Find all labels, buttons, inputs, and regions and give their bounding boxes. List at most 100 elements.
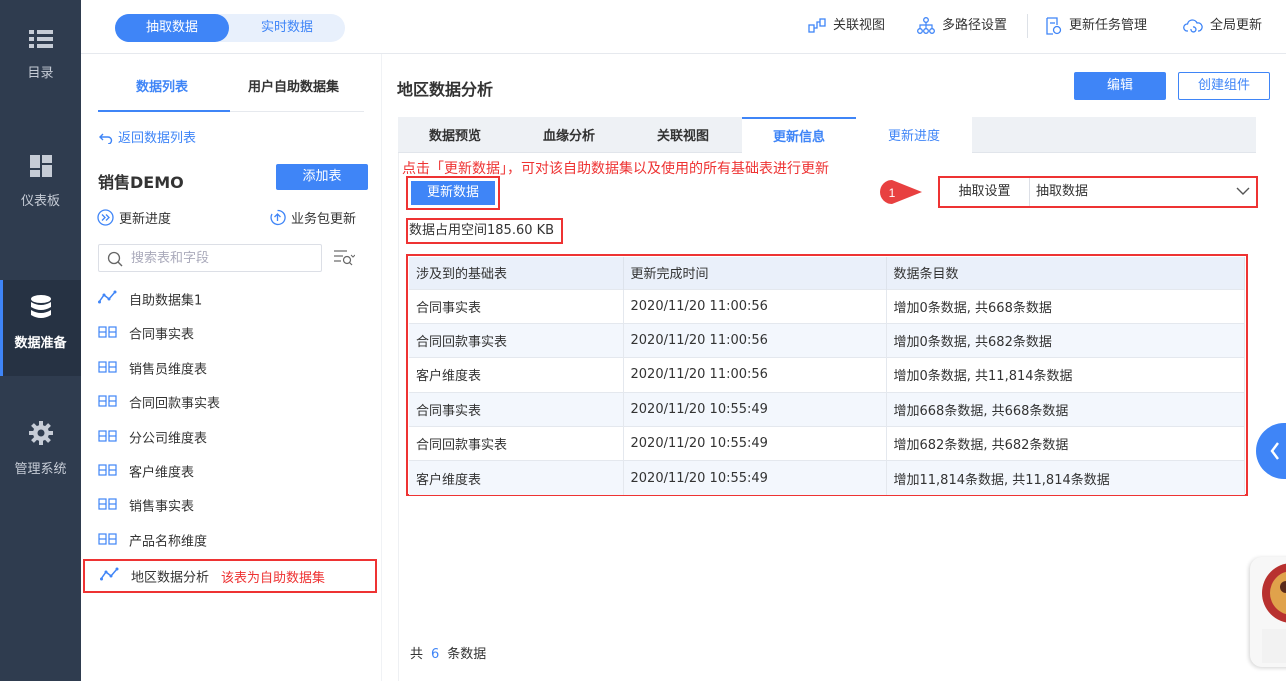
- table-cell: 合同事实表: [409, 391, 624, 427]
- extract-mode-button[interactable]: 抽取数据: [115, 14, 229, 42]
- nav-item-data-prep[interactable]: 数据准备: [0, 280, 81, 376]
- tab-update-info[interactable]: 更新信息: [742, 117, 856, 154]
- update-task-button[interactable]: 更新任务管理: [1044, 16, 1147, 38]
- table-row: 客户维度表 2020/11/20 11:00:56 增加0条数据, 共11,814条…: [409, 357, 1245, 393]
- table-item-label: 分公司维度表: [129, 431, 208, 447]
- table-item-label: 合同事实表: [129, 327, 195, 343]
- page-title: 地区数据分析: [397, 80, 494, 99]
- table-item[interactable]: 销售员维度表: [98, 358, 368, 382]
- database-icon: [30, 295, 51, 318]
- main-content: 地区数据分析 编辑 创建组件 数据预览 血缘分析 关联视图 更新信息 更新进度 …: [382, 54, 1286, 681]
- search-input[interactable]: [131, 249, 311, 267]
- table-item[interactable]: 合同回款事实表: [98, 392, 368, 416]
- list-icon: [28, 30, 53, 48]
- table-cell: 客户维度表: [409, 460, 624, 496]
- row-count: 共 6 条数据: [410, 643, 486, 662]
- table-row: 合同事实表 2020/11/20 10:55:49 增加668条数据, 共668条数…: [409, 391, 1245, 427]
- column-header: 数据条目数: [886, 257, 1245, 289]
- left-navigation: 目录 仪表板 数据准备 管理系统: [0, 0, 81, 681]
- table-row: 合同事实表 2020/11/20 11:00:56 增加0条数据, 共668条数据: [409, 288, 1245, 324]
- add-table-button[interactable]: 添加表: [276, 164, 368, 190]
- table-cell: 增加0条数据, 共668条数据: [886, 288, 1245, 324]
- cloud-refresh-icon: [1183, 18, 1203, 33]
- package-name: 销售DEMO: [98, 173, 184, 192]
- table-icon: [98, 323, 120, 347]
- package-update-link[interactable]: 业务包更新: [269, 208, 356, 227]
- table-cell: 合同回款事实表: [409, 322, 624, 358]
- table-cell: 合同事实表: [409, 288, 624, 324]
- table-cell: 增加11,814条数据, 共11,814条数据: [886, 460, 1245, 496]
- extract-setting-value: 抽取数据: [1036, 184, 1089, 199]
- tool-label: 关联视图: [833, 18, 886, 33]
- table-cell: 2020/11/20 10:55:49: [623, 391, 887, 427]
- table-item[interactable]: 合同事实表: [98, 323, 368, 347]
- tab-user-datasets[interactable]: 用户自助数据集: [248, 76, 339, 95]
- multi-path-button[interactable]: 多路径设置: [917, 16, 1007, 38]
- table-row: 合同回款事实表 2020/11/20 10:55:49 增加682条数据, 共682…: [409, 426, 1245, 461]
- nav-item-dashboard[interactable]: 仪表板: [0, 154, 81, 244]
- active-tab-indicator: [98, 110, 230, 112]
- update-table-highlight: 涉及到的基础表 更新完成时间 数据条目数 合同事实表 2020/11/20 11:…: [406, 254, 1248, 496]
- tab-data-list[interactable]: 数据列表: [136, 76, 188, 95]
- table-item-label: 产品名称维度: [129, 534, 208, 550]
- data-list-panel: 数据列表 用户自助数据集 返回数据列表 销售DEMO 添加表 更新进度 业务包更…: [81, 54, 381, 681]
- back-to-list-link[interactable]: 返回数据列表: [99, 127, 196, 146]
- tab-update-progress[interactable]: 更新进度: [856, 117, 972, 154]
- table-cell: 2020/11/20 10:55:49: [623, 426, 887, 461]
- table-item[interactable]: 产品名称维度: [98, 530, 368, 554]
- tool-label: 全局更新: [1210, 18, 1263, 33]
- update-data-button[interactable]: 更新数据: [411, 181, 495, 205]
- table-item[interactable]: 客户维度表: [98, 461, 368, 485]
- update-table: 涉及到的基础表 更新完成时间 数据条目数 合同事实表 2020/11/20 11:…: [409, 257, 1245, 496]
- table-header-row: 涉及到的基础表 更新完成时间 数据条目数: [409, 257, 1245, 289]
- relation-view-button[interactable]: 关联视图: [808, 16, 885, 38]
- progress-icon: [97, 209, 114, 226]
- mode-switch: 抽取数据 实时数据: [115, 14, 345, 42]
- table-item[interactable]: 销售事实表: [98, 495, 368, 519]
- nav-label: 仪表板: [20, 194, 60, 209]
- table-icon: [98, 358, 120, 382]
- nav-item-catalog[interactable]: 目录: [0, 28, 81, 118]
- search-field[interactable]: [98, 244, 322, 272]
- update-progress-link[interactable]: 更新进度: [97, 208, 171, 227]
- self-service-dataset-icon: [98, 289, 120, 313]
- avatar-image: [1262, 563, 1286, 663]
- edit-button[interactable]: 编辑: [1074, 72, 1166, 100]
- nav-item-admin[interactable]: 管理系统: [0, 420, 81, 510]
- top-toolbar: 抽取数据 实时数据 关联视图 多路径设置 更新任务管理 全局更新: [81, 0, 1286, 54]
- table-item[interactable]: 分公司维度表: [98, 427, 368, 451]
- toolbar-divider: [1027, 14, 1028, 38]
- relation-view-icon: [808, 17, 826, 33]
- table-cell: 合同回款事实表: [409, 426, 624, 461]
- package-update-label: 业务包更新: [291, 212, 357, 227]
- extract-setting-label: 抽取设置: [940, 178, 1030, 206]
- tab-data-preview[interactable]: 数据预览: [398, 117, 512, 153]
- extract-setting[interactable]: 抽取设置 抽取数据: [938, 176, 1258, 208]
- realtime-mode-button[interactable]: 实时数据: [229, 14, 345, 42]
- table-item-label: 客户维度表: [129, 465, 195, 481]
- table-item[interactable]: 自助数据集1: [98, 289, 368, 313]
- detail-tabs: 数据预览 血缘分析 关联视图 更新信息 更新进度: [398, 117, 1256, 154]
- assistant-avatar[interactable]: [1250, 557, 1286, 667]
- table-icon: [98, 530, 120, 554]
- back-arrow-icon: [99, 133, 113, 145]
- row-count-prefix: 共: [410, 647, 424, 662]
- table-cell: 2020/11/20 11:00:56: [623, 288, 887, 324]
- row-count-number: 6: [431, 647, 440, 662]
- table-item-selected[interactable]: 地区数据分析 该表为自助数据集: [83, 559, 377, 593]
- table-cell: 增加0条数据, 共11,814条数据: [886, 357, 1245, 393]
- storage-size: 数据占用空间185.60 KB: [406, 218, 563, 244]
- tab-lineage[interactable]: 血缘分析: [512, 117, 626, 153]
- column-header: 更新完成时间: [623, 257, 887, 289]
- tool-label: 多路径设置: [942, 18, 1008, 33]
- tool-label: 更新任务管理: [1069, 18, 1148, 33]
- upload-circle-icon: [270, 209, 286, 226]
- create-component-button[interactable]: 创建组件: [1178, 72, 1270, 100]
- tab-relation-view[interactable]: 关联视图: [626, 117, 740, 153]
- filter-icon[interactable]: [333, 248, 355, 268]
- table-icon: [98, 461, 120, 485]
- self-service-dataset-icon: [100, 561, 122, 595]
- global-update-button[interactable]: 全局更新: [1183, 16, 1262, 38]
- table-cell: 增加682条数据, 共682条数据: [886, 426, 1245, 461]
- annotation-text: 点击「更新数据」，可对该自助数据集以及使用的所有基础表进行更新: [402, 161, 829, 177]
